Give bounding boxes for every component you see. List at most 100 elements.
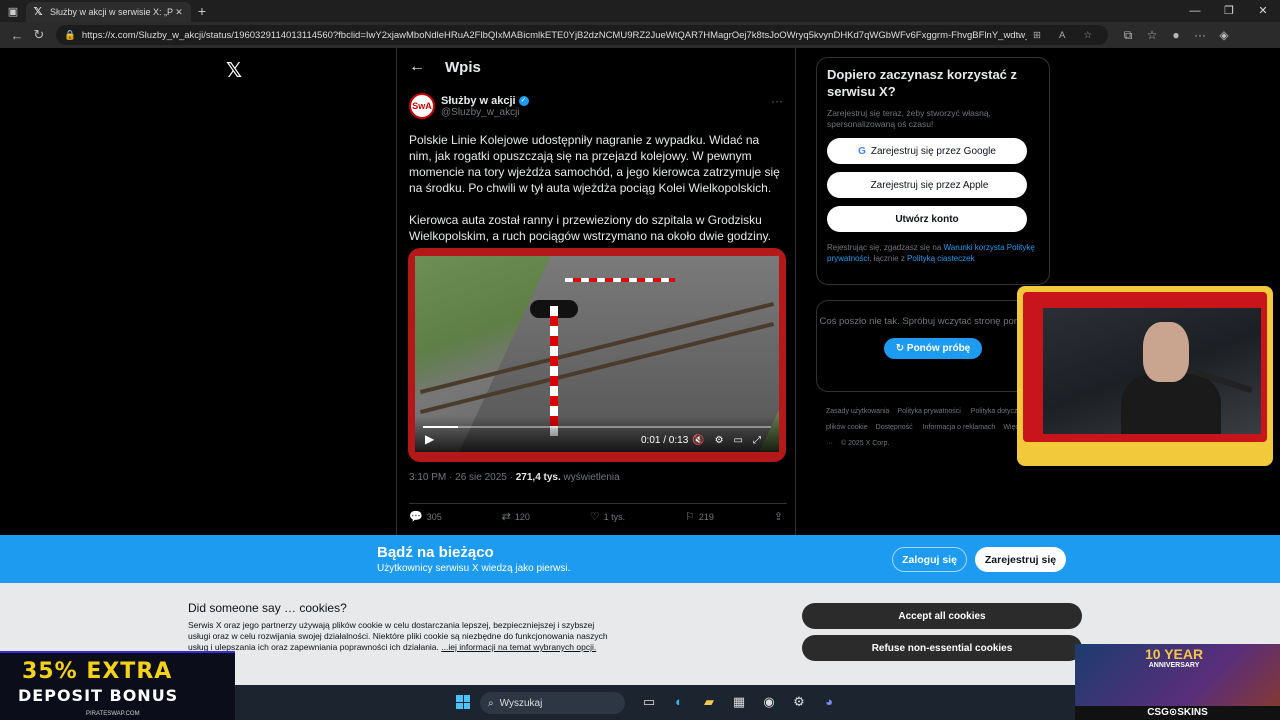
file-explorer-icon[interactable]: ▰ — [694, 694, 724, 710]
video-settings-icons[interactable]: 🔇⚙▭⤢ — [692, 435, 771, 446]
share-button[interactable]: ⇪ — [774, 510, 787, 523]
register-button[interactable]: Zarejestruj się — [975, 547, 1066, 572]
restore-icon[interactable]: ❐ — [1212, 0, 1246, 22]
split-screen-icon[interactable]: ⧉ — [1116, 28, 1140, 43]
new-tab-icon[interactable]: + — [191, 3, 213, 19]
edge-icon[interactable]: ◐ — [664, 694, 694, 710]
banner-subtitle: Użytkownicy serwisu X wiedzą jako pierws… — [377, 563, 571, 574]
like-button[interactable]: ♡ 1 tys. — [590, 510, 625, 523]
create-account-button[interactable]: Utwórz konto — [827, 206, 1027, 232]
heart-icon: ♡ — [589, 511, 600, 523]
ad-anniversary-label: ANNIVERSARY — [1148, 662, 1200, 669]
store-icon[interactable]: ▦ — [724, 694, 754, 710]
ad-brand: CSG⊙SKINS — [1075, 706, 1280, 720]
post-column: ← Wpis SwA Służby w akcji ✓ @Sluzby_w_akc… — [396, 48, 796, 535]
video-frame[interactable]: ▶ 0:01 / 0:13 🔇⚙▭⤢ — [415, 256, 779, 452]
cookie-title: Did someone say … cookies? — [188, 601, 347, 615]
bookmark-icon: ⚐ — [685, 511, 695, 523]
footer-link[interactable]: Zasady użytkowania — [826, 408, 889, 415]
streamer-body — [1121, 374, 1221, 434]
tweet-paragraph-2: Kierowca auta został ranny i przewiezion… — [409, 213, 771, 243]
reply-icon: 💬 — [409, 511, 423, 523]
signup-card: Dopiero zaczynasz korzystać z serwisu X?… — [816, 57, 1050, 285]
author-avatar[interactable]: SwA — [409, 93, 435, 119]
steam-icon[interactable]: ⚙ — [784, 694, 814, 710]
discord-icon[interactable]: ◕ — [814, 694, 844, 710]
minimize-icon[interactable]: — — [1178, 0, 1212, 22]
favorites-icon[interactable]: ☆ — [1140, 28, 1164, 43]
google-signup-label: Zarejestruj się przez Google — [870, 145, 996, 157]
google-signup-button[interactable]: G Zarejestruj się przez Google — [827, 138, 1027, 164]
views-label: wyświetlenia — [560, 472, 620, 483]
error-message: Coś poszło nie tak. Spróbuj wczytać stro… — [819, 316, 1047, 327]
post-timestamp[interactable]: 3:10 PM · 26 sie 2025 · — [409, 472, 516, 483]
x-page: 𝕏 ← Wpis SwA Służby w akcji ✓ @Sluzby_w_a… — [0, 48, 1280, 535]
close-window-icon[interactable]: ✕ — [1246, 0, 1280, 22]
video-player[interactable]: ▶ 0:01 / 0:13 🔇⚙▭⤢ — [408, 248, 786, 462]
browser-toolbar: ⧉ ☆ ● ··· ◈ — [1116, 28, 1236, 43]
lock-icon[interactable]: 🔒 — [64, 30, 76, 41]
close-tab-icon[interactable]: ✕ — [173, 7, 185, 18]
tab-title: Służby w akcji w serwisie X: „Polsk — [50, 7, 173, 17]
footer-link[interactable]: Informacja o reklamach — [923, 424, 996, 431]
obs-icon[interactable]: ◉ — [754, 694, 784, 710]
author-name[interactable]: Służby w akcji — [441, 95, 516, 107]
signup-subtitle: Zarejestruj się teraz, żeby stworzyć wła… — [827, 108, 991, 129]
copilot-icon[interactable]: ◈ — [1212, 28, 1236, 43]
legal-mid: , łącznie z — [869, 254, 908, 263]
footer-link[interactable]: Dostępność — [876, 424, 913, 431]
taskbar-apps: ▭ ◐ ▰ ▦ ◉ ⚙ ◕ — [634, 694, 844, 710]
copyright: © 2025 X Corp. — [841, 440, 890, 447]
apple-signup-button[interactable]: Zarejestruj się przez Apple — [827, 172, 1027, 198]
video-progress-bar[interactable] — [423, 426, 771, 428]
footer-link[interactable]: Polityka prywatności — [897, 408, 960, 415]
webcam-feed — [1043, 308, 1261, 434]
reply-button[interactable]: 💬 305 — [409, 510, 442, 523]
banner-title: Bądź na bieżąco — [377, 544, 494, 561]
bookmark-button[interactable]: ⚐ 219 — [685, 510, 714, 523]
repost-button[interactable]: ⇄ 120 — [502, 510, 530, 523]
url-field[interactable]: 🔒 https://x.com/Sluzby_w_akcji/status/19… — [56, 25, 1108, 45]
refuse-cookies-button[interactable]: Refuse non-essential cookies — [802, 635, 1082, 661]
url-actions-icons[interactable]: ⊞ A ☆ — [1033, 30, 1100, 41]
back-arrow-icon[interactable]: ← — [409, 58, 445, 76]
repost-count: 120 — [514, 512, 530, 522]
retry-button[interactable]: ↻ Ponów próbę — [883, 338, 983, 359]
cookie-body: Serwis X oraz jego partnerzy używają pli… — [188, 620, 618, 653]
post-meta: 3:10 PM · 26 sie 2025 · 271,4 tys. wyświ… — [409, 472, 620, 483]
tweet-text: Polskie Linie Kolejowe udostępniły nagra… — [397, 126, 795, 244]
address-bar-row: ← ↻ 🔒 https://x.com/Sluzby_w_akcji/statu… — [0, 22, 1280, 48]
taskbar-search[interactable]: ⌕ Wyszukaj — [480, 692, 625, 714]
page-title: Wpis — [445, 58, 481, 76]
profile-avatar[interactable]: ● — [1164, 28, 1188, 43]
streamer-head — [1143, 322, 1189, 382]
video-controls: ▶ 0:01 / 0:13 🔇⚙▭⤢ — [415, 416, 779, 452]
author-handle[interactable]: @Sluzby_w_akcji — [441, 107, 529, 118]
menu-icon[interactable]: ··· — [1188, 28, 1212, 43]
pirateswap-ad[interactable]: 35% EXTRA DEPOSIT BONUS PIRATESWAP.COM — [0, 651, 235, 720]
back-icon[interactable]: ← — [6, 28, 28, 43]
more-options-icon[interactable]: ··· — [771, 94, 783, 108]
browser-tab-bar: ▣ 𝕏 Służby w akcji w serwisie X: „Polsk … — [0, 0, 1280, 22]
ad-url: PIRATESWAP.COM — [86, 711, 140, 717]
post-author: SwA Służby w akcji ✓ @Sluzby_w_akcji — [397, 86, 795, 126]
login-button[interactable]: Zaloguj się — [892, 547, 967, 572]
x-logo-icon[interactable]: 𝕏 — [226, 58, 242, 82]
video-progress-fill — [423, 426, 458, 428]
cookie-more-link[interactable]: ...iej informacji na temat wybranych opc… — [441, 642, 596, 652]
cookie-policy-link[interactable]: Polityką ciasteczek — [907, 254, 975, 263]
share-icon: ⇪ — [773, 511, 783, 523]
error-card: Coś poszło nie tak. Spróbuj wczytać stro… — [816, 300, 1050, 392]
accept-cookies-button[interactable]: Accept all cookies — [802, 603, 1082, 629]
csgoskins-ad[interactable]: 10 YEAR ANNIVERSARY CSG⊙SKINS — [1075, 644, 1280, 720]
like-count: 1 tys. — [603, 512, 626, 522]
terms-link[interactable]: Warunki korzysta — [944, 243, 1005, 252]
retry-label: Ponów próbę — [906, 343, 971, 354]
search-icon: ⌕ — [488, 697, 494, 709]
task-view-icon[interactable]: ▭ — [634, 694, 664, 710]
play-icon[interactable]: ▶ — [425, 432, 434, 446]
start-icon[interactable] — [456, 695, 470, 709]
refresh-icon[interactable]: ↻ — [28, 27, 50, 43]
tab-actions-icon[interactable]: ▣ — [0, 0, 26, 22]
browser-tab[interactable]: 𝕏 Służby w akcji w serwisie X: „Polsk ✕ — [26, 2, 191, 22]
